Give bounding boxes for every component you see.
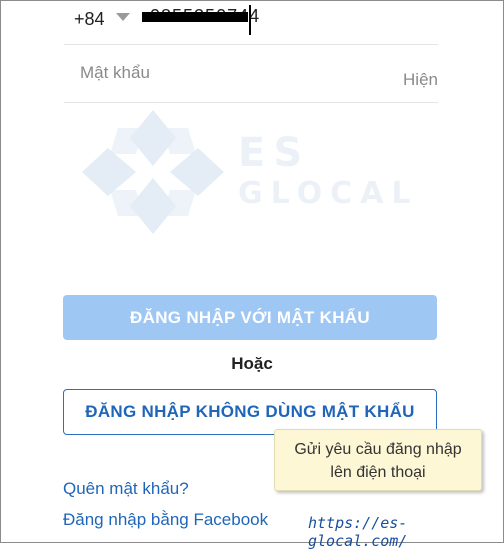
password-input[interactable] xyxy=(80,44,370,102)
watermark-text-es: ES xyxy=(238,130,311,176)
chevron-down-icon[interactable] xyxy=(116,13,130,21)
text-caret xyxy=(249,5,251,35)
site-url-watermark: https://es-glocal.com/ xyxy=(308,514,408,550)
facebook-login-link[interactable]: Đăng nhập bằng Facebook xyxy=(63,510,268,530)
show-password-toggle[interactable]: Hiện xyxy=(403,70,438,90)
phone-input-row: +84 0855250744 xyxy=(64,0,438,45)
or-separator-label: Hoặc xyxy=(231,354,273,373)
password-input-row: Hiện xyxy=(64,44,438,103)
tooltip-line-1: Gửi yêu cầu đăng nhập xyxy=(294,441,462,458)
login-with-password-button[interactable]: ĐĂNG NHẬP VỚI MẬT KHẨU xyxy=(63,295,437,340)
diamond-logo-icon xyxy=(82,110,224,234)
watermark-logo: ES GLOCAL xyxy=(78,108,411,236)
forgot-password-link[interactable]: Quên mật khẩu? xyxy=(63,479,189,499)
watermark-text-glocal: GLOCAL xyxy=(238,176,419,211)
tooltip: Gửi yêu cầu đăng nhập lên điện thoại xyxy=(274,429,482,491)
redaction-bar xyxy=(142,12,248,22)
tooltip-line-2: lên điện thoại xyxy=(330,464,426,481)
country-code-select[interactable]: +84 xyxy=(74,9,105,30)
